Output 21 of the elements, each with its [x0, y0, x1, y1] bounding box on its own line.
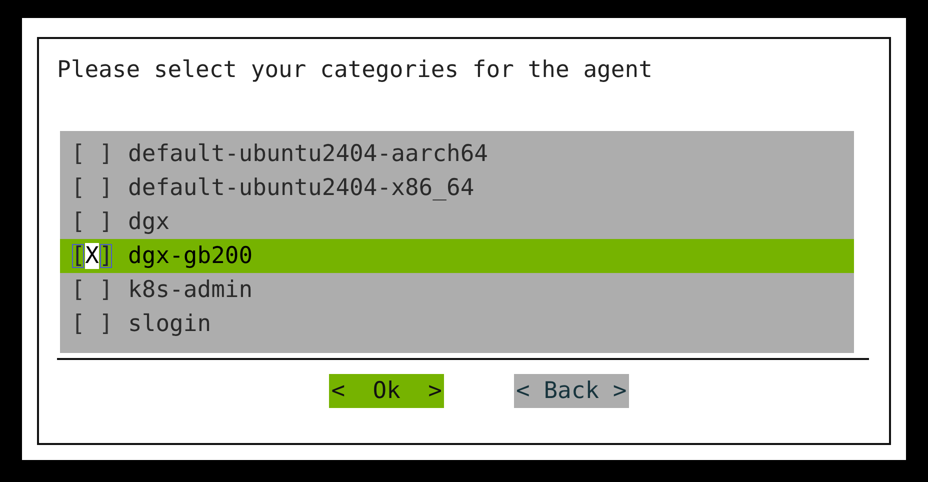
- checklist-item[interactable]: [ ] k8s-admin: [60, 273, 854, 307]
- item-label: dgx: [128, 209, 170, 235]
- prompt-text: Please select your categories for the agent: [57, 56, 654, 85]
- item-label: slogin: [128, 311, 212, 337]
- checkbox[interactable]: [ ]: [71, 311, 113, 337]
- checkbox[interactable]: [X]: [71, 243, 113, 269]
- item-label: k8s-admin: [128, 277, 253, 303]
- dialog-button[interactable]: < Ok >: [329, 374, 444, 408]
- checkbox[interactable]: [ ]: [71, 209, 113, 235]
- dialog-button[interactable]: < Back >: [514, 374, 629, 408]
- checklist-item[interactable]: [ ] dgx: [60, 205, 854, 239]
- checkbox[interactable]: [ ]: [71, 175, 113, 201]
- checklist-item[interactable]: [ ] slogin: [60, 307, 854, 341]
- checkbox[interactable]: [ ]: [71, 141, 113, 167]
- checklist-item[interactable]: [X] dgx-gb200: [60, 239, 854, 273]
- item-label: dgx-gb200: [128, 243, 253, 269]
- item-label: default-ubuntu2404-x86_64: [128, 175, 474, 201]
- checklist-item[interactable]: [ ] default-ubuntu2404-aarch64: [60, 137, 854, 171]
- checklist-item[interactable]: [ ] default-ubuntu2404-x86_64: [60, 171, 854, 205]
- item-label: default-ubuntu2404-aarch64: [128, 141, 488, 167]
- checkbox[interactable]: [ ]: [71, 277, 113, 303]
